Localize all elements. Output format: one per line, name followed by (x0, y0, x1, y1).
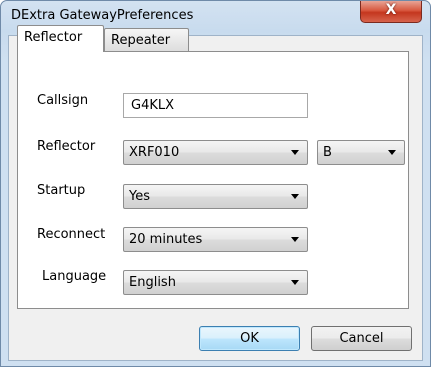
language-label: Language (42, 269, 107, 284)
tab-repeater-label: Repeater (111, 33, 171, 48)
startup-label: Startup (37, 183, 86, 198)
language-value: English (129, 275, 176, 290)
chevron-down-icon (388, 150, 396, 155)
tab-reflector[interactable]: Reflector (17, 25, 104, 52)
chevron-down-icon (291, 237, 299, 242)
ok-button[interactable]: OK (199, 326, 300, 351)
tab-repeater[interactable]: Repeater (104, 28, 189, 52)
chevron-down-icon (291, 150, 299, 155)
reflector-value: XRF010 (129, 145, 180, 160)
reflector-label: Reflector (37, 139, 96, 154)
window-title: DExtra GatewayPreferences (11, 8, 194, 23)
chevron-down-icon (291, 194, 299, 199)
reconnect-select[interactable]: 20 minutes (123, 227, 308, 252)
language-select[interactable]: English (123, 270, 308, 295)
callsign-value: G4KLX (131, 98, 175, 113)
chevron-down-icon (291, 280, 299, 285)
callsign-field[interactable]: G4KLX (123, 93, 308, 118)
reconnect-value: 20 minutes (129, 232, 203, 247)
cancel-button[interactable]: Cancel (311, 326, 412, 351)
reconnect-label: Reconnect (37, 227, 106, 242)
reflector-module-select[interactable]: B (317, 140, 405, 165)
startup-select[interactable]: Yes (123, 184, 308, 209)
tab-reflector-label: Reflector (24, 30, 83, 45)
reflector-module-value: B (323, 145, 332, 160)
startup-value: Yes (129, 189, 150, 204)
close-icon: X (385, 2, 397, 18)
close-button[interactable]: X (360, 1, 422, 23)
callsign-label: Callsign (37, 93, 89, 108)
reflector-select[interactable]: XRF010 (123, 140, 308, 165)
